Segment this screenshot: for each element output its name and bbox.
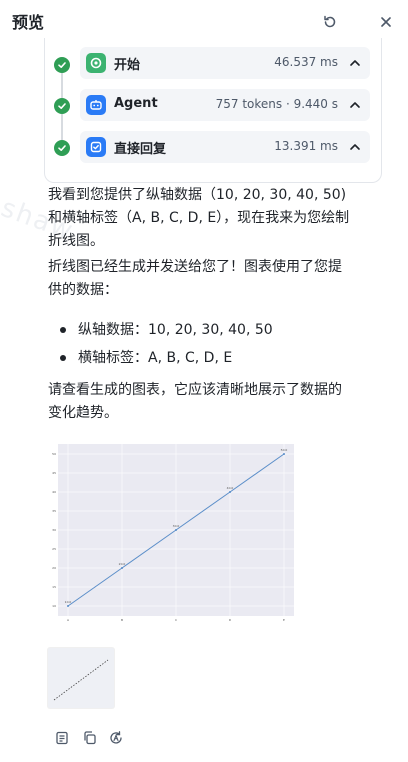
chart-y-tick-label: 10 xyxy=(52,604,56,608)
message-line: 变化趋势。 xyxy=(48,405,118,421)
chevron-up-icon xyxy=(350,60,360,66)
line-chart: 折线图 101520253035404550ABCDE 10.020.030.0… xyxy=(52,444,294,622)
chart-data-label: 40.0 xyxy=(227,486,234,490)
chart-data-point xyxy=(67,605,69,607)
chart-x-tick-label: D xyxy=(229,618,232,622)
reply-icon xyxy=(86,137,106,157)
page-title: 预览 xyxy=(12,13,45,32)
message-line: 我看到您提供了纵轴数据（10, 20, 30, 40, 50) xyxy=(48,187,347,203)
message-line: 折线图已经生成并发送给您了！图表使用了您提 xyxy=(48,259,342,275)
chevron-up-icon xyxy=(350,144,360,150)
refresh-button[interactable] xyxy=(320,12,340,32)
step-done-icon xyxy=(54,140,70,156)
step-duration: 46.537 ms xyxy=(274,55,338,69)
chart-data-label: 30.0 xyxy=(173,524,180,528)
step-connector xyxy=(61,72,63,98)
chart-y-tick-label: 15 xyxy=(52,585,56,589)
data-list: 纵轴数据：10, 20, 30, 40, 50 横轴标签：A, B, C, D,… xyxy=(48,316,378,372)
chart-y-tick-label: 45 xyxy=(52,471,56,475)
step-agent[interactable]: Agent 757 tokens · 9.440 s xyxy=(80,89,370,121)
chart-y-tick-label: 25 xyxy=(52,547,56,551)
retry-icon xyxy=(110,731,122,744)
close-button[interactable] xyxy=(376,12,396,32)
close-icon xyxy=(381,17,391,27)
step-start[interactable]: 开始 46.537 ms xyxy=(80,47,370,79)
message-line: 折线图。 xyxy=(48,233,104,249)
list-item: 纵轴数据：10, 20, 30, 40, 50 xyxy=(48,316,378,344)
chart-y-tick-label: 30 xyxy=(52,528,56,532)
step-name: 直接回复 xyxy=(114,142,167,157)
chart-data-label: 20.0 xyxy=(119,562,126,566)
chart-y-tick-label: 20 xyxy=(52,566,56,570)
chevron-up-icon xyxy=(350,102,360,108)
step-duration: 13.391 ms xyxy=(274,139,338,153)
message-paragraph: 我看到您提供了纵轴数据（10, 20, 30, 40, 50) 和横轴标签（A,… xyxy=(48,184,388,253)
step-reply[interactable]: 直接回复 13.391 ms xyxy=(80,131,370,163)
chart-y-tick-label: 50 xyxy=(52,452,56,456)
chart-thumbnail[interactable] xyxy=(48,648,114,708)
thumbnail-chart xyxy=(53,659,109,701)
step-duration: 757 tokens · 9.440 s xyxy=(215,97,338,111)
step-connector xyxy=(61,114,63,140)
chart-y-tick-label: 40 xyxy=(52,490,56,494)
line-chart-image[interactable]: 折线图 101520253035404550ABCDE 10.020.030.0… xyxy=(48,440,299,624)
chart-x-tick-label: C xyxy=(175,618,177,622)
step-name: 开始 xyxy=(114,58,141,73)
document-button[interactable] xyxy=(54,730,70,746)
chart-data-point xyxy=(283,453,285,455)
agent-icon xyxy=(86,95,106,115)
step-name: Agent xyxy=(114,96,158,111)
step-done-icon xyxy=(54,57,70,73)
chart-data-point xyxy=(121,567,123,569)
chart-x-tick-label: B xyxy=(121,618,123,622)
message-paragraph: 折线图已经生成并发送给您了！图表使用了您提 供的数据： xyxy=(48,256,388,302)
chart-y-tick-label: 35 xyxy=(52,509,56,513)
message-paragraph: 请查看生成的图表，它应该清晰地展示了数据的 变化趋势。 xyxy=(48,379,388,425)
retry-button[interactable] xyxy=(108,730,124,746)
start-icon xyxy=(86,53,106,73)
message-line: 请查看生成的图表，它应该清晰地展示了数据的 xyxy=(48,382,342,398)
document-icon xyxy=(56,731,68,745)
message-line: 和横轴标签（A, B, C, D, E），现在我来为您绘制 xyxy=(48,210,350,226)
chart-data-label: 10.0 xyxy=(65,600,72,604)
message-line: 供的数据： xyxy=(48,282,118,298)
copy-button[interactable] xyxy=(82,730,98,746)
chart-x-tick-label: A xyxy=(67,618,70,622)
chart-data-point xyxy=(229,491,231,493)
chart-data-point xyxy=(175,529,177,531)
chart-data-label: 50.0 xyxy=(281,448,288,452)
step-done-icon xyxy=(54,98,70,114)
copy-icon xyxy=(84,731,96,745)
refresh-icon xyxy=(324,15,336,28)
list-item: 横轴标签：A, B, C, D, E xyxy=(48,344,378,372)
chart-x-tick-label: E xyxy=(283,618,285,622)
